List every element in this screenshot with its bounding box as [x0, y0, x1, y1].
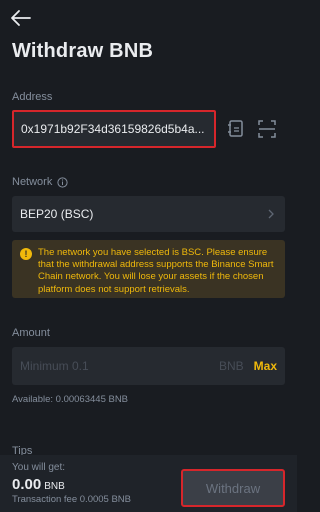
- amount-unit: BNB: [218, 359, 244, 373]
- arrow-left-icon: [11, 10, 31, 26]
- address-field[interactable]: 0x1971b92F34d36159826d5b4a...: [12, 110, 216, 148]
- receive-amount: 0.00 BNB: [12, 476, 65, 493]
- network-select[interactable]: BEP20 (BSC): [12, 196, 285, 232]
- receive-value: 0.00: [12, 476, 42, 493]
- scan-button[interactable]: [258, 119, 278, 139]
- address-book-button[interactable]: [227, 119, 247, 139]
- max-button[interactable]: Max: [254, 359, 277, 373]
- address-book-icon: [228, 120, 243, 137]
- address-label: Address: [12, 91, 53, 103]
- transaction-fee: Transaction fee 0.0005 BNB: [12, 494, 131, 505]
- available-balance: Available: 0.00063445 BNB: [12, 394, 129, 405]
- chevron-right-icon: [268, 209, 274, 219]
- warning-text: The network you have selected is BSC. Pl…: [38, 247, 274, 295]
- exclamation-icon: !: [20, 248, 32, 260]
- page-title: Withdraw BNB: [12, 40, 154, 62]
- receive-unit: BNB: [44, 481, 65, 492]
- network-selected-value: BEP20 (BSC): [20, 207, 94, 221]
- back-button[interactable]: [10, 8, 32, 28]
- network-warning: ! The network you have selected is BSC. …: [12, 240, 285, 298]
- amount-field[interactable]: BNB Max: [12, 347, 285, 385]
- info-icon[interactable]: [57, 176, 68, 188]
- receive-label: You will get:: [12, 462, 65, 473]
- amount-label: Amount: [12, 327, 50, 339]
- amount-input[interactable]: [20, 359, 219, 373]
- address-value: 0x1971b92F34d36159826d5b4a...: [21, 122, 205, 136]
- network-label-row: Network: [12, 176, 68, 188]
- scan-icon: [258, 120, 276, 138]
- network-label: Network: [12, 176, 53, 188]
- withdraw-button[interactable]: Withdraw: [181, 469, 285, 507]
